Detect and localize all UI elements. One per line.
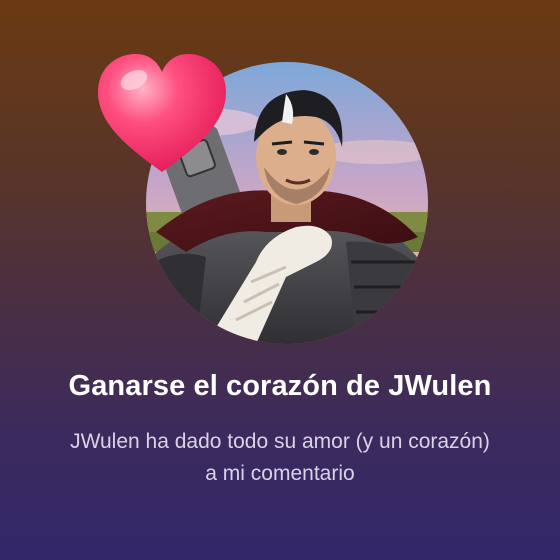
achievement-card: Ganarse el corazón de JWulen JWulen ha d…: [0, 0, 560, 560]
achievement-description: JWulen ha dado todo su amor (y un corazó…: [70, 430, 490, 485]
heart-icon: [94, 50, 230, 176]
achievement-title: Ganarse el corazón de JWulen: [68, 370, 492, 402]
